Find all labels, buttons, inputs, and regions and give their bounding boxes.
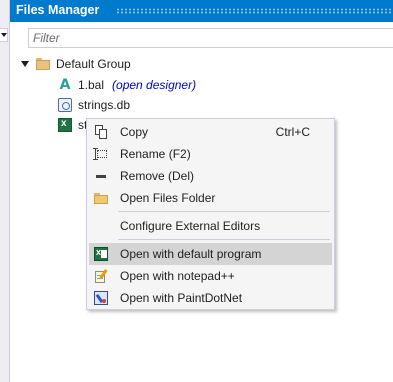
filter-input[interactable]	[30, 30, 393, 46]
menu-item-remove[interactable]: Remove (Del)	[89, 165, 332, 187]
rename-icon	[93, 147, 108, 161]
menu-separator	[118, 239, 330, 240]
remove-icon	[94, 169, 108, 183]
menu-item-shortcut: Ctrl+C	[275, 125, 310, 139]
paintdotnet-icon	[94, 291, 108, 305]
menu-item-label: Open with PaintDotNet	[120, 291, 243, 305]
menu-item-rename[interactable]: Rename (F2)	[89, 143, 332, 165]
panel-title-bar[interactable]: Files Manager	[10, 0, 393, 22]
tree-group-default[interactable]: Default Group	[21, 55, 131, 73]
menu-item-copy[interactable]: Copy Ctrl+C	[89, 121, 332, 143]
excel-file-icon	[58, 118, 72, 132]
open-designer-hint[interactable]: (open designer)	[112, 78, 196, 92]
menu-item-label: Open with notepad++	[120, 269, 235, 283]
menu-item-label: Rename (F2)	[120, 147, 191, 161]
tree-item-label: 1.bal	[78, 78, 105, 92]
tree-item-label: strings.db	[78, 98, 131, 112]
notepad-icon	[94, 269, 108, 283]
tree-item-strings-db[interactable]: strings.db	[58, 96, 130, 114]
menu-item-label: Remove (Del)	[120, 169, 195, 183]
tree-group-label: Default Group	[56, 57, 131, 71]
abc-letter-icon: A	[59, 77, 71, 93]
context-menu: Copy Ctrl+C Rename (F2) Remove (Del) Ope…	[86, 118, 335, 310]
menu-item-label: Open Files Folder	[120, 191, 216, 205]
menu-item-open-default[interactable]: Open with default program	[89, 243, 332, 265]
open-folder-icon	[94, 191, 108, 205]
title-grip	[116, 8, 393, 14]
menu-item-label: Copy	[120, 125, 149, 139]
menu-item-label: Configure External Editors	[120, 219, 261, 233]
excel-icon	[94, 247, 108, 261]
database-file-icon	[58, 98, 72, 112]
expand-triangle-icon[interactable]	[21, 61, 29, 67]
folder-icon	[36, 57, 50, 71]
filter-box	[28, 28, 393, 48]
copy-icon	[94, 125, 108, 139]
adjacent-panel-strip	[0, 0, 10, 382]
panel-title: Files Manager	[16, 3, 100, 17]
tree-item-bal[interactable]: A 1.bal (open designer)	[58, 76, 197, 94]
menu-item-open-files-folder[interactable]: Open Files Folder	[89, 187, 332, 209]
tree-item-excel[interactable]: st	[58, 116, 87, 134]
menu-item-open-notepad[interactable]: Open with notepad++	[89, 265, 332, 287]
menu-item-open-paintdotnet[interactable]: Open with PaintDotNet	[89, 287, 332, 309]
menu-item-label: Open with default program	[120, 247, 262, 261]
chevron-down-icon	[1, 33, 7, 37]
menu-separator	[118, 211, 330, 212]
menu-item-configure-editors[interactable]: Configure External Editors	[89, 215, 332, 237]
